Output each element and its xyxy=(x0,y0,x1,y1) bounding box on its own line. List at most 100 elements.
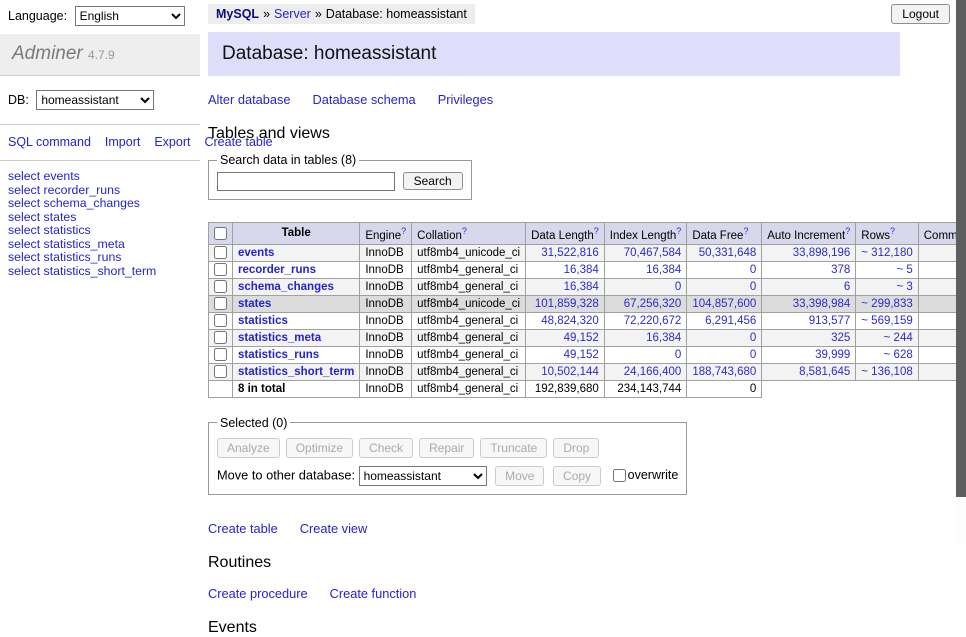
table-link-recorder-runs[interactable]: recorder_runs xyxy=(238,264,316,276)
overwrite-option[interactable]: overwrite xyxy=(613,468,679,482)
auto-increment-link[interactable]: 33,898,196 xyxy=(793,247,851,259)
optimize-button[interactable]: Optimize xyxy=(286,438,353,458)
data-length-link[interactable]: 49,152 xyxy=(564,332,599,344)
index-length-link[interactable]: 0 xyxy=(675,349,681,361)
sidebar-link-select-recorder-runs[interactable]: select recorder_runs xyxy=(8,183,120,197)
data-free-link[interactable]: 0 xyxy=(750,264,756,276)
db-select[interactable]: homeassistant xyxy=(36,90,154,110)
overwrite-checkbox[interactable] xyxy=(613,469,626,482)
breadcrumb-mysql[interactable]: MySQL xyxy=(216,7,259,21)
rows-link[interactable]: ~ 244 xyxy=(884,332,913,344)
index-length-link[interactable]: 16,384 xyxy=(646,332,681,344)
index-length-link[interactable]: 67,256,320 xyxy=(624,298,682,310)
rows-link[interactable]: ~ 136,108 xyxy=(861,366,912,378)
table-link-states[interactable]: states xyxy=(238,298,271,310)
index-length-link[interactable]: 24,166,400 xyxy=(624,366,682,378)
row-checkbox-states[interactable] xyxy=(214,297,227,310)
select-all-checkbox[interactable] xyxy=(214,227,227,240)
routine-link-create-function[interactable]: Create function xyxy=(330,586,417,601)
sidebar-link-select-statistics-runs[interactable]: select statistics_runs xyxy=(8,250,121,264)
help-icon[interactable]: ? xyxy=(462,226,467,236)
row-checkbox-statistics[interactable] xyxy=(214,314,227,327)
page-scrollbar[interactable] xyxy=(956,0,966,543)
table-link-schema-changes[interactable]: schema_changes xyxy=(238,281,334,293)
data-length-link[interactable]: 10,502,144 xyxy=(541,366,599,378)
auto-increment-link[interactable]: 39,999 xyxy=(815,349,850,361)
language-select[interactable]: English xyxy=(75,6,185,26)
copy-button[interactable]: Copy xyxy=(553,466,601,486)
help-icon[interactable]: ? xyxy=(401,226,406,236)
index-length-link[interactable]: 70,467,584 xyxy=(624,247,682,259)
data-free-link[interactable]: 0 xyxy=(750,281,756,293)
data-length-link[interactable]: 101,859,328 xyxy=(535,298,599,310)
action-link-privileges[interactable]: Privileges xyxy=(438,92,493,107)
sidebar-link-select-schema-changes[interactable]: select schema_changes xyxy=(8,196,140,210)
sidebar-link-select-statistics-meta[interactable]: select statistics_meta xyxy=(8,237,125,251)
index-length-link[interactable]: 0 xyxy=(675,281,681,293)
row-checkbox-statistics-runs[interactable] xyxy=(214,348,227,361)
sidebar-link-select-events[interactable]: select events xyxy=(8,169,80,183)
move-database-select[interactable]: homeassistant xyxy=(359,466,487,486)
sidebar-link-import[interactable]: Import xyxy=(105,135,140,149)
data-free-link[interactable]: 0 xyxy=(750,332,756,344)
data-free-link[interactable]: 188,743,680 xyxy=(692,366,756,378)
row-checkbox-statistics-meta[interactable] xyxy=(214,331,227,344)
check-button[interactable]: Check xyxy=(359,438,413,458)
auto-increment-link[interactable]: 913,577 xyxy=(809,315,851,327)
table-link-statistics[interactable]: statistics xyxy=(238,315,288,327)
repair-button[interactable]: Repair xyxy=(419,438,474,458)
auto-increment-link[interactable]: 33,398,984 xyxy=(793,298,851,310)
rows-link[interactable]: ~ 628 xyxy=(884,349,913,361)
create-link-create-table[interactable]: Create table xyxy=(208,521,278,536)
sidebar-link-select-statistics-short-term[interactable]: select statistics_short_term xyxy=(8,264,156,278)
table-link-events[interactable]: events xyxy=(238,247,274,259)
action-link-database-schema[interactable]: Database schema xyxy=(313,92,416,107)
data-free-link[interactable]: 50,331,648 xyxy=(699,247,757,259)
analyze-button[interactable]: Analyze xyxy=(217,438,280,458)
truncate-button[interactable]: Truncate xyxy=(480,438,547,458)
data-free-link[interactable]: 104,857,600 xyxy=(692,298,756,310)
auto-increment-link[interactable]: 378 xyxy=(831,264,850,276)
index-length-link[interactable]: 16,384 xyxy=(646,264,681,276)
search-input[interactable] xyxy=(217,172,395,191)
rows-link[interactable]: ~ 312,180 xyxy=(861,247,912,259)
table-link-statistics-meta[interactable]: statistics_meta xyxy=(238,332,321,344)
data-length-link[interactable]: 49,152 xyxy=(564,349,599,361)
row-checkbox-schema-changes[interactable] xyxy=(214,280,227,293)
help-icon[interactable]: ? xyxy=(845,226,850,236)
rows-link[interactable]: ~ 299,833 xyxy=(861,298,912,310)
breadcrumb-server[interactable]: Server xyxy=(274,7,311,21)
data-length-link[interactable]: 16,384 xyxy=(564,264,599,276)
table-link-statistics-runs[interactable]: statistics_runs xyxy=(238,349,319,361)
help-icon[interactable]: ? xyxy=(676,226,681,236)
auto-increment-link[interactable]: 6 xyxy=(844,281,850,293)
row-checkbox-recorder-runs[interactable] xyxy=(214,263,227,276)
index-length-link[interactable]: 72,220,672 xyxy=(624,315,682,327)
data-length-link[interactable]: 16,384 xyxy=(564,281,599,293)
sidebar-link-select-statistics[interactable]: select statistics xyxy=(8,223,91,237)
rows-link[interactable]: ~ 3 xyxy=(896,281,912,293)
scrollbar-thumb[interactable] xyxy=(956,0,966,497)
adminer-logo-link[interactable]: Adminer xyxy=(12,43,83,64)
routine-link-create-procedure[interactable]: Create procedure xyxy=(208,586,308,601)
sidebar-link-create-table[interactable]: Create table xyxy=(204,135,272,149)
table-link-statistics-short-term[interactable]: statistics_short_term xyxy=(238,366,354,378)
help-icon[interactable]: ? xyxy=(743,226,748,236)
data-length-link[interactable]: 48,824,320 xyxy=(541,315,599,327)
move-button[interactable]: Move xyxy=(495,466,544,486)
logout-button[interactable]: Logout xyxy=(891,4,950,24)
help-icon[interactable]: ? xyxy=(594,226,599,236)
data-free-link[interactable]: 6,291,456 xyxy=(705,315,756,327)
auto-increment-link[interactable]: 325 xyxy=(831,332,850,344)
sidebar-link-select-states[interactable]: select states xyxy=(8,210,76,224)
auto-increment-link[interactable]: 8,581,645 xyxy=(799,366,850,378)
drop-button[interactable]: Drop xyxy=(553,438,599,458)
sidebar-link-export[interactable]: Export xyxy=(154,135,190,149)
create-link-create-view[interactable]: Create view xyxy=(300,521,368,536)
search-button[interactable]: Search xyxy=(403,172,463,190)
row-checkbox-statistics-short-term[interactable] xyxy=(214,365,227,378)
rows-link[interactable]: ~ 5 xyxy=(896,264,912,276)
row-checkbox-events[interactable] xyxy=(214,246,227,259)
help-icon[interactable]: ? xyxy=(890,226,895,236)
action-link-alter-database[interactable]: Alter database xyxy=(208,92,291,107)
